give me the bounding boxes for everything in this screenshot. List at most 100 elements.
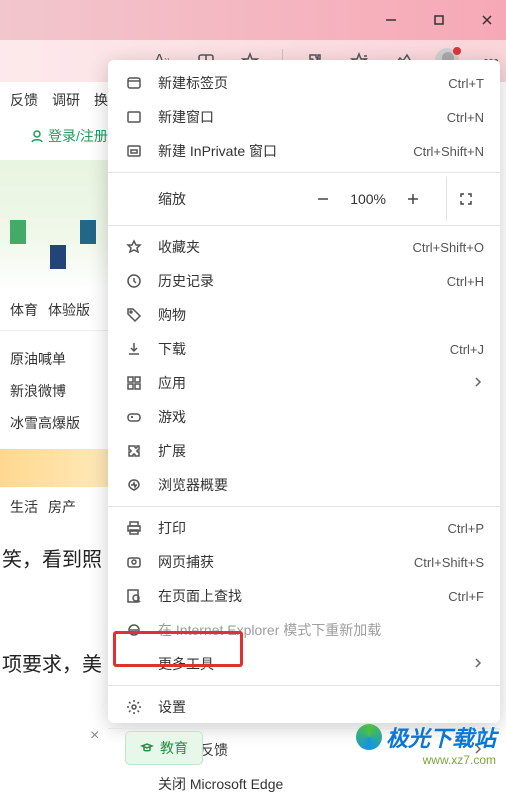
article-text: 笑，看到照 <box>0 527 108 572</box>
graduation-icon <box>140 741 154 755</box>
menu-games[interactable]: 游戏 <box>108 400 500 434</box>
fullscreen-button[interactable] <box>446 177 484 221</box>
menu-label: 在页面上查找 <box>158 586 448 606</box>
nav-link[interactable]: 调研 <box>52 90 80 110</box>
zoom-out-button[interactable] <box>310 186 336 212</box>
menu-shortcut: Ctrl+Shift+O <box>412 240 484 255</box>
menu-shortcut: Ctrl+Shift+N <box>413 144 484 159</box>
menu-shortcut: Ctrl+H <box>447 274 484 289</box>
gear-icon <box>124 697 144 717</box>
capture-icon <box>124 552 144 572</box>
tag-icon <box>124 305 144 325</box>
menu-label: 应用 <box>158 373 472 393</box>
maximize-button[interactable] <box>430 11 448 29</box>
watermark-url: www.xz7.com <box>356 753 496 767</box>
ie-icon <box>124 620 144 640</box>
menu-new-window[interactable]: 新建窗口 Ctrl+N <box>108 100 500 134</box>
menu-separator <box>108 506 500 507</box>
star-icon <box>124 237 144 257</box>
menu-label: 打印 <box>158 518 448 538</box>
close-button[interactable] <box>478 11 496 29</box>
menu-shopping[interactable]: 购物 <box>108 298 500 332</box>
link-list: 原油喊单 新浪微博 冰雪高爆版 <box>0 331 108 439</box>
menu-settings[interactable]: 设置 <box>108 690 500 724</box>
puzzle-icon <box>124 441 144 461</box>
watermark: 极光下载站 www.xz7.com <box>356 721 496 767</box>
new-tab-icon <box>124 73 144 93</box>
menu-label: 新建 InPrivate 窗口 <box>158 141 413 161</box>
menu-label: 设置 <box>158 697 484 717</box>
menu-close-edge[interactable]: 关闭 Microsoft Edge <box>108 767 500 801</box>
login-label: 登录/注册 <box>48 126 108 146</box>
nav-link[interactable]: 换 <box>94 90 108 110</box>
banner-image <box>0 160 108 290</box>
menu-browser-essentials[interactable]: 浏览器概要 <box>108 468 500 502</box>
menu-shortcut: Ctrl+F <box>448 589 484 604</box>
menu-label: 在 Internet Explorer 模式下重新加载 <box>158 620 484 640</box>
menu-zoom: 缩放 100% <box>108 177 500 221</box>
download-icon <box>124 339 144 359</box>
list-item[interactable]: 新浪微博 <box>10 375 108 407</box>
menu-label: 收藏夹 <box>158 237 412 257</box>
category-link[interactable]: 体验版 <box>48 300 90 320</box>
apps-icon <box>124 373 144 393</box>
nav-link[interactable]: 反馈 <box>10 90 38 110</box>
category-link[interactable]: 体育 <box>10 300 38 320</box>
zoom-in-button[interactable] <box>400 186 426 212</box>
list-item[interactable]: 冰雪高爆版 <box>10 407 108 439</box>
watermark-brand: 极光下载站 <box>356 721 496 753</box>
menu-shortcut: Ctrl+P <box>448 521 484 536</box>
page-content: 反馈 调研 换 登录/注册 体育 体验版 原油喊单 新浪微博 冰雪高爆版 生活 … <box>0 82 108 775</box>
article-text: 项要求，美 <box>0 632 108 677</box>
blank-icon <box>124 654 144 674</box>
new-window-icon <box>124 107 144 127</box>
menu-label: 网页捕获 <box>158 552 414 572</box>
ad-banner[interactable] <box>0 449 108 487</box>
list-item[interactable]: 原油喊单 <box>10 343 108 375</box>
menu-label: 缩放 <box>158 189 310 209</box>
menu-shortcut: Ctrl+T <box>448 76 484 91</box>
category-row: 生活 房产 <box>0 487 108 527</box>
user-icon <box>30 129 44 143</box>
menu-new-tab[interactable]: 新建标签页 Ctrl+T <box>108 66 500 100</box>
menu-ie-mode: 在 Internet Explorer 模式下重新加载 <box>108 613 500 647</box>
menu-label: 下载 <box>158 339 450 359</box>
find-icon <box>124 586 144 606</box>
games-icon <box>124 407 144 427</box>
print-icon <box>124 518 144 538</box>
app-menu: 新建标签页 Ctrl+T 新建窗口 Ctrl+N 新建 InPrivate 窗口… <box>108 60 500 723</box>
education-chip[interactable]: 教育 <box>125 731 203 765</box>
menu-label: 历史记录 <box>158 271 447 291</box>
menu-more-tools[interactable]: 更多工具 <box>108 647 500 681</box>
watermark-brand-text: 极光下载站 <box>386 721 496 753</box>
pulse-icon <box>124 475 144 495</box>
zoom-value: 100% <box>350 191 386 207</box>
category-link[interactable]: 房产 <box>48 497 76 517</box>
close-ad-button[interactable]: × <box>90 727 99 745</box>
blank-icon <box>124 774 144 794</box>
menu-new-inprivate[interactable]: 新建 InPrivate 窗口 Ctrl+Shift+N <box>108 134 500 168</box>
minimize-button[interactable] <box>382 11 400 29</box>
menu-separator <box>108 172 500 173</box>
window-titlebar <box>0 0 506 40</box>
menu-downloads[interactable]: 下载 Ctrl+J <box>108 332 500 366</box>
menu-web-capture[interactable]: 网页捕获 Ctrl+Shift+S <box>108 545 500 579</box>
menu-history[interactable]: 历史记录 Ctrl+H <box>108 264 500 298</box>
menu-favorites[interactable]: 收藏夹 Ctrl+Shift+O <box>108 230 500 264</box>
menu-shortcut: Ctrl+J <box>450 342 484 357</box>
category-row: 体育 体验版 <box>0 290 108 330</box>
menu-label: 新建标签页 <box>158 73 448 93</box>
menu-find[interactable]: 在页面上查找 Ctrl+F <box>108 579 500 613</box>
menu-label: 扩展 <box>158 441 484 461</box>
menu-label: 游戏 <box>158 407 484 427</box>
menu-apps[interactable]: 应用 <box>108 366 500 400</box>
login-link[interactable]: 登录/注册 <box>0 118 108 154</box>
menu-label: 购物 <box>158 305 484 325</box>
category-link[interactable]: 生活 <box>10 497 38 517</box>
watermark-logo-icon <box>356 724 382 750</box>
menu-label: 关闭 Microsoft Edge <box>158 774 484 794</box>
menu-extensions[interactable]: 扩展 <box>108 434 500 468</box>
menu-shortcut: Ctrl+Shift+S <box>414 555 484 570</box>
history-icon <box>124 271 144 291</box>
menu-print[interactable]: 打印 Ctrl+P <box>108 511 500 545</box>
